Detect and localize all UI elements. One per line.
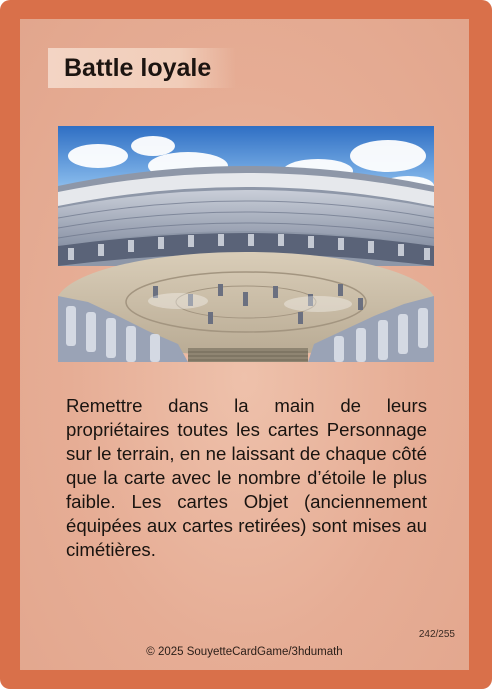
card-body: Battle loyale Remettre dans la main de l… <box>20 19 469 670</box>
colosseum-illustration <box>58 126 434 362</box>
card-effect-text: Remettre dans la main de leurs propriéta… <box>66 395 427 560</box>
card-title: Battle loyale <box>64 54 212 82</box>
card-illustration <box>58 126 434 362</box>
copyright-notice: © 2025 SouyetteCardGame/3hdumath <box>146 646 343 658</box>
card-number: 242/255 <box>418 629 455 640</box>
card-title-banner: Battle loyale <box>48 48 236 88</box>
game-card: Battle loyale Remettre dans la main de l… <box>0 0 492 689</box>
